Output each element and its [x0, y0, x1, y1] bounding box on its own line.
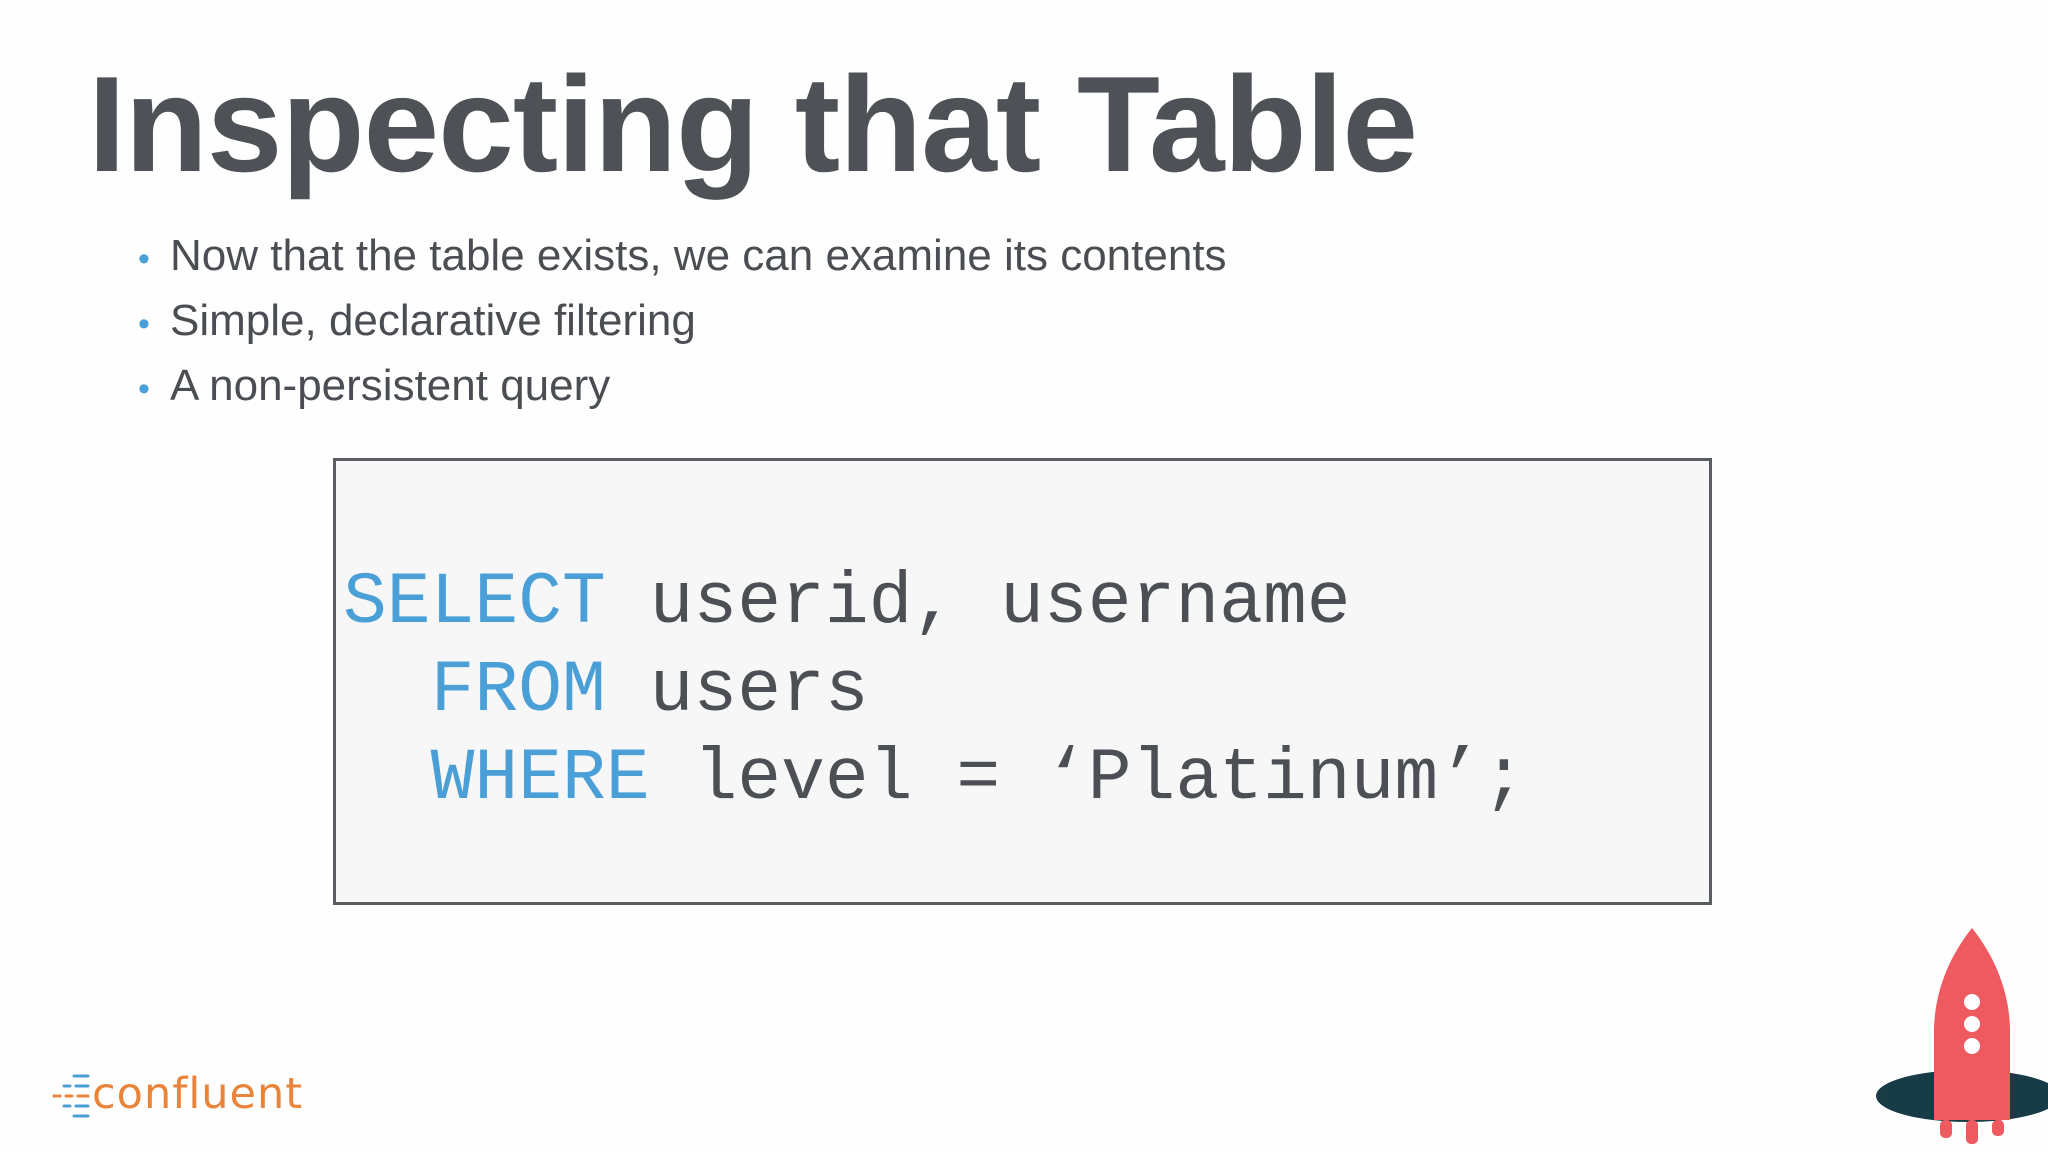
sql-from-table: users: [605, 649, 869, 732]
sql-select-columns: userid, username: [605, 561, 1351, 644]
bullet-item: • Now that the table exists, we can exam…: [138, 225, 1227, 290]
code-block: SELECT userid, username FROM users WHERE…: [333, 458, 1712, 905]
sql-keyword-select: SELECT: [343, 561, 606, 644]
sql-line-select: SELECT userid, username: [343, 561, 1351, 644]
sql-keyword-where: WHERE: [430, 737, 650, 820]
sql-line-from: FROM users: [343, 649, 869, 732]
bullet-item: • Simple, declarative filtering: [138, 290, 1227, 355]
rocket-icon: [1876, 928, 2048, 1144]
bullet-text: A non-persistent query: [170, 361, 611, 410]
confluent-wordmark: confluent: [92, 1069, 304, 1119]
sql-query: SELECT userid, username FROM users WHERE…: [343, 559, 1526, 823]
bullet-text: Now that the table exists, we can examin…: [170, 231, 1227, 280]
bullet-list: • Now that the table exists, we can exam…: [138, 225, 1227, 420]
bullet-dot-icon: •: [138, 305, 150, 343]
sql-line-where: WHERE level = ‘Platinum’;: [343, 737, 1526, 820]
confluent-logo-mark-icon: [52, 1074, 90, 1118]
bullet-dot-icon: •: [138, 370, 150, 408]
slide-title: Inspecting that Table: [88, 48, 1418, 200]
bullet-item: • A non-persistent query: [138, 355, 1227, 420]
bullet-dot-icon: •: [138, 240, 150, 278]
slide: Inspecting that Table • Now that the tab…: [0, 0, 2048, 1152]
sql-keyword-from: FROM: [430, 649, 606, 732]
confluent-logo: confluent: [52, 1068, 322, 1124]
sql-where-condition: level = ‘Platinum’;: [649, 737, 1526, 820]
bullet-text: Simple, declarative filtering: [170, 296, 696, 345]
